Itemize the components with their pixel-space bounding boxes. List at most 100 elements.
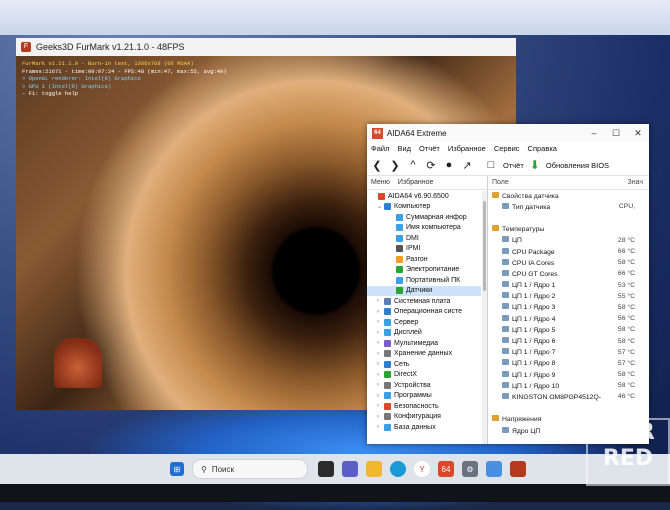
sensor-name: ЦП 1 / Ядро 4 <box>502 314 601 323</box>
sensor-row[interactable]: ЦП 1 / Ядро 10 58 °C <box>488 380 649 391</box>
menu-help[interactable]: Справка <box>528 144 557 153</box>
report-icon[interactable]: □ <box>485 159 497 171</box>
tree-item[interactable]: › База данных <box>367 422 481 433</box>
tree-item[interactable]: › Программы <box>367 391 481 402</box>
tree-item[interactable]: › Мультимедиа <box>367 338 481 349</box>
menu-service[interactable]: Сервис <box>494 144 520 153</box>
tree-item[interactable]: › Хранение данных <box>367 349 481 360</box>
tree-item[interactable]: Суммарная инфор <box>367 212 481 223</box>
aida-titlebar[interactable]: 64 AIDA64 Extreme – ☐ ✕ <box>367 124 649 142</box>
tree-item[interactable]: › Сеть <box>367 359 481 370</box>
expand-chevron-icon[interactable]: › <box>377 319 384 325</box>
expand-chevron-icon[interactable]: › <box>377 351 384 357</box>
expand-chevron-icon[interactable]: › <box>377 340 384 346</box>
chat-icon[interactable] <box>342 461 358 477</box>
expand-chevron-icon[interactable]: › <box>377 414 384 420</box>
app-icon[interactable] <box>486 461 502 477</box>
sensor-row[interactable]: Свойства датчика <box>488 190 649 201</box>
tree-item[interactable]: › Операционная систе <box>367 307 481 318</box>
tree-item[interactable]: › Системная плата <box>367 296 481 307</box>
sensor-row[interactable]: CPU IA Cores 58 °C <box>488 257 649 268</box>
expand-chevron-icon[interactable]: › <box>377 382 384 388</box>
sensor-row[interactable] <box>488 212 649 223</box>
tree-item[interactable]: Портативный ПК <box>367 275 481 286</box>
maximize-icon[interactable]: ☐ <box>605 128 627 139</box>
refresh-icon[interactable]: ⟳ <box>425 159 437 172</box>
search-box[interactable]: ⚲ Поиск <box>192 459 308 479</box>
settings-icon[interactable]: ⚙ <box>462 461 478 477</box>
furmark-titlebar[interactable]: F Geeks3D FurMark v1.21.1.0 - 48FPS <box>16 38 516 56</box>
aida64-taskbar-icon[interactable]: 64 <box>438 461 454 477</box>
back-icon[interactable]: ❮ <box>371 159 383 172</box>
tree-item[interactable]: Разгон <box>367 254 481 265</box>
tree-item[interactable]: Имя компьютера <box>367 223 481 234</box>
sensor-row[interactable]: Тип датчика CPU, <box>488 201 649 212</box>
expand-chevron-icon[interactable]: › <box>377 330 384 336</box>
download-icon[interactable]: ⬇ <box>530 158 540 172</box>
tree-item[interactable]: ⌄ Компьютер <box>367 202 481 213</box>
sensor-row[interactable] <box>488 403 649 414</box>
close-icon[interactable]: ✕ <box>627 128 649 139</box>
tree-item[interactable]: › Конфигурация <box>367 412 481 423</box>
tree-item[interactable]: › Устройства <box>367 380 481 391</box>
tree-item-icon <box>384 308 391 316</box>
left-scrollbar[interactable] <box>482 191 487 444</box>
furmark-taskbar-icon[interactable] <box>510 461 526 477</box>
column-field[interactable]: Поле <box>492 179 509 186</box>
tree-item[interactable]: AIDA64 v6.90.6500 <box>367 191 481 202</box>
tree-item[interactable]: DMI <box>367 233 481 244</box>
tree-item-label: Конфигурация <box>394 413 441 421</box>
column-value[interactable]: Знач <box>628 179 643 186</box>
sensor-row[interactable]: ЦП 1 / Ядро 5 58 °C <box>488 324 649 335</box>
explorer-icon[interactable] <box>366 461 382 477</box>
aida64-window[interactable]: 64 AIDA64 Extreme – ☐ ✕ Файл Вид Отчёт И… <box>367 124 649 444</box>
expand-chevron-icon[interactable]: › <box>377 403 384 409</box>
forward-icon[interactable]: ❯ <box>389 159 401 172</box>
expand-chevron-icon[interactable]: › <box>377 424 384 430</box>
tree-item[interactable]: › Безопасность <box>367 401 481 412</box>
expand-chevron-icon[interactable]: › <box>377 393 384 399</box>
expand-chevron-icon[interactable]: ⌄ <box>377 203 384 210</box>
up-icon[interactable]: ^ <box>407 159 419 171</box>
tab-favorites[interactable]: Избранное <box>398 179 433 186</box>
chart-icon[interactable]: ↗ <box>461 159 473 172</box>
tree-item[interactable]: Электропитание <box>367 265 481 276</box>
sensor-row[interactable]: ЦП 1 / Ядро 6 58 °C <box>488 335 649 346</box>
menu-favorites[interactable]: Избранное <box>448 144 486 153</box>
menu-report[interactable]: Отчёт <box>419 144 440 153</box>
sensor-row[interactable]: CPU GT Cores 66 °C <box>488 268 649 279</box>
sensor-row[interactable]: ЦП 1 / Ядро 9 58 °C <box>488 369 649 380</box>
tab-menu[interactable]: Меню <box>371 179 390 186</box>
edge-icon[interactable] <box>390 461 406 477</box>
user-icon[interactable]: ● <box>443 159 455 171</box>
sensor-row[interactable]: ЦП 1 / Ядро 1 53 °C <box>488 280 649 291</box>
expand-chevron-icon[interactable]: › <box>377 361 384 367</box>
bios-update-button[interactable]: Обновления BIOS <box>546 161 609 170</box>
tree-item[interactable]: Датчики <box>367 285 481 296</box>
sensor-row[interactable]: CPU Package 66 °C <box>488 246 649 257</box>
minimize-icon[interactable]: – <box>583 128 605 138</box>
tree-item[interactable]: IPMI <box>367 244 481 255</box>
menu-view[interactable]: Вид <box>397 144 411 153</box>
sensor-row[interactable]: ЦП 1 / Ядро 3 58 °C <box>488 302 649 313</box>
start-icon[interactable]: ⊞ <box>170 462 184 476</box>
tree-item[interactable]: › Сервер <box>367 317 481 328</box>
expand-chevron-icon[interactable]: › <box>377 309 384 315</box>
tree-item[interactable]: › Дисплей <box>367 328 481 339</box>
sensor-row[interactable]: ЦП 28 °C <box>488 235 649 246</box>
sensor-row[interactable]: KINGSTON OM8PGP4512Q-AA 46 °C <box>488 391 649 402</box>
scroll-thumb[interactable] <box>483 201 486 291</box>
sensor-row[interactable]: ЦП 1 / Ядро 4 56 °C <box>488 313 649 324</box>
report-button[interactable]: Отчёт <box>503 161 524 170</box>
sensor-row[interactable]: Температуры <box>488 224 649 235</box>
sensor-row[interactable]: ЦП 1 / Ядро 7 57 °C <box>488 347 649 358</box>
yandex-icon[interactable]: Y <box>414 461 430 477</box>
menu-file[interactable]: Файл <box>371 144 389 153</box>
expand-chevron-icon[interactable]: › <box>377 298 384 304</box>
tree-item[interactable]: › DirectX <box>367 370 481 381</box>
tree-item-icon <box>378 192 385 200</box>
expand-chevron-icon[interactable]: › <box>377 372 384 378</box>
sensor-row[interactable]: ЦП 1 / Ядро 2 55 °C <box>488 291 649 302</box>
widgets-icon[interactable] <box>318 461 334 477</box>
sensor-row[interactable]: ЦП 1 / Ядро 8 57 °C <box>488 358 649 369</box>
